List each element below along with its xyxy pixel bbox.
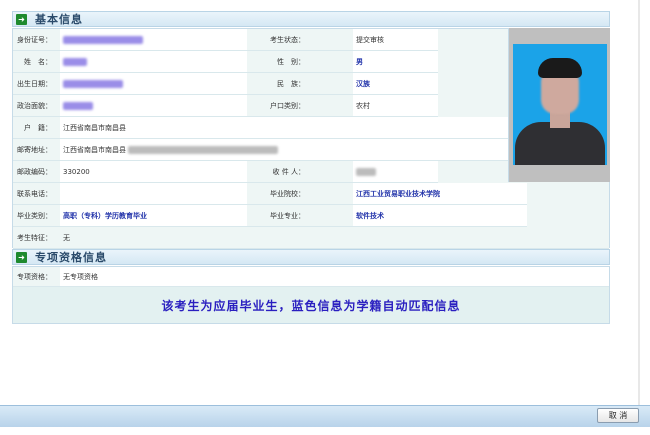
table-row: 户 籍： 江西省南昌市南昌县 xyxy=(13,117,509,139)
hukou-value: 江西省南昌市南昌县 xyxy=(60,117,509,139)
grad-type-label: 毕业类别： xyxy=(13,205,60,227)
basic-info-title: 基本信息 xyxy=(35,13,83,26)
table-row: 姓 名： 性 别： 男 xyxy=(13,51,438,73)
photo-body xyxy=(515,122,605,165)
table-row: 联系电话： 毕业院校： 江西工业贸易职业技术学院 xyxy=(13,183,527,205)
special-info-title: 专项资格信息 xyxy=(35,251,107,264)
major-value: 软件技术 xyxy=(353,205,527,227)
graduate-notice: 该考生为应届毕业生，蓝色信息为学籍自动匹配信息 xyxy=(161,299,461,313)
dialog: ➜ 基本信息 身份证号： 考生状态： 提交审核 姓 名： 性 别： 男 出生日期… xyxy=(0,0,650,435)
phone-value xyxy=(60,183,247,205)
table-row: 考生特征： 无 xyxy=(13,227,609,249)
status-value: 提交审核 xyxy=(353,29,438,51)
id-label: 身份证号： xyxy=(13,29,60,51)
school-label: 毕业院校： xyxy=(247,183,353,205)
name-value xyxy=(60,51,247,73)
ethnic-value: 汉族 xyxy=(353,73,438,95)
grad-type-value: 高职（专科）学历教育毕业 xyxy=(60,205,247,227)
politics-label: 政治面貌： xyxy=(13,95,60,117)
gender-value: 男 xyxy=(353,51,438,73)
applicant-photo-frame xyxy=(508,28,610,182)
politics-value xyxy=(60,95,247,117)
redacted-address xyxy=(128,145,278,154)
photo-hair xyxy=(538,58,582,78)
hukou-type-value: 农村 xyxy=(353,95,438,117)
feature-value: 无 xyxy=(60,227,609,249)
redacted-recipient xyxy=(356,167,376,176)
hukou-label: 户 籍： xyxy=(13,117,60,139)
birth-value xyxy=(60,73,247,95)
birth-label: 出生日期： xyxy=(13,73,60,95)
arrow-right-icon: ➜ xyxy=(16,251,27,263)
scrollbar-track[interactable] xyxy=(638,0,640,405)
special-info-table: 专项资格： 无专项资格 该考生为应届毕业生，蓝色信息为学籍自动匹配信息 xyxy=(12,266,610,324)
footer-bar xyxy=(0,405,650,427)
redacted-id xyxy=(63,35,143,44)
recipient-label: 收 件 人： xyxy=(247,161,353,183)
major-label: 毕业专业： xyxy=(247,205,353,227)
table-row: 邮政编码： 330200 收 件 人： xyxy=(13,161,438,183)
table-row: 专项资格： 无专项资格 xyxy=(13,267,609,287)
qual-label: 专项资格： xyxy=(13,267,60,286)
hukou-type-label: 户口类别： xyxy=(247,95,353,117)
applicant-photo xyxy=(513,44,607,165)
postcode-value: 330200 xyxy=(60,161,247,183)
redacted-politics xyxy=(63,101,93,110)
redacted-birth xyxy=(63,79,123,88)
table-row: 身份证号： 考生状态： 提交审核 xyxy=(13,29,438,51)
name-label: 姓 名： xyxy=(13,51,60,73)
table-row: 出生日期： 民 族： 汉族 xyxy=(13,73,438,95)
school-value: 江西工业贸易职业技术学院 xyxy=(353,183,527,205)
gender-label: 性 别： xyxy=(247,51,353,73)
address-label: 邮寄地址： xyxy=(13,139,60,161)
address-cell: 江西省南昌市南昌县 xyxy=(60,139,509,161)
special-info-header: ➜ 专项资格信息 xyxy=(12,249,610,265)
phone-label: 联系电话： xyxy=(13,183,60,205)
qual-value: 无专项资格 xyxy=(60,267,609,286)
address-value: 江西省南昌市南昌县 xyxy=(63,145,126,154)
redacted-name xyxy=(63,57,87,66)
feature-label: 考生特征： xyxy=(13,227,60,249)
arrow-right-icon: ➜ xyxy=(16,13,27,25)
ethnic-label: 民 族： xyxy=(247,73,353,95)
table-row: 邮寄地址： 江西省南昌市南昌县 xyxy=(13,139,509,161)
table-row: 毕业类别： 高职（专科）学历教育毕业 毕业专业： 软件技术 xyxy=(13,205,527,227)
recipient-value xyxy=(353,161,438,183)
basic-info-header: ➜ 基本信息 xyxy=(12,11,610,27)
postcode-label: 邮政编码： xyxy=(13,161,60,183)
table-row: 政治面貌： 户口类别： 农村 xyxy=(13,95,438,117)
cancel-button[interactable]: 取 消 xyxy=(597,408,639,423)
status-label: 考生状态： xyxy=(247,29,353,51)
id-value xyxy=(60,29,247,51)
